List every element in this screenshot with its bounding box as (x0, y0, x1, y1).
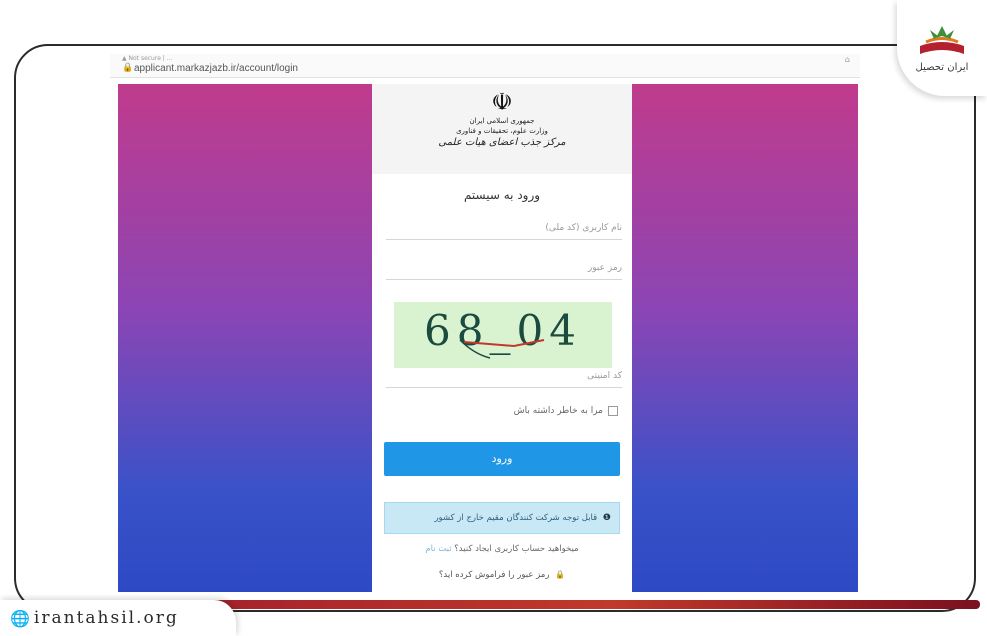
forgot-password-text[interactable]: رمز عبور را فراموش کرده اید؟ (439, 570, 550, 580)
remember-me[interactable]: مرا به خاطر داشته باش (514, 406, 618, 416)
security-breadcrumb: ▲ Not secure | ... (122, 55, 173, 62)
left-gradient-background (118, 84, 372, 592)
panel-header: ☫ جمهوری اسلامی ایران وزارت علوم، تحقیقا… (372, 84, 632, 174)
password-input[interactable]: رمز عبور (386, 258, 622, 280)
site-watermark[interactable]: 🌐 irantahsil.org (0, 600, 236, 636)
header-line-1: جمهوری اسلامی ایران (469, 117, 535, 125)
brand-logo-text: ایران تحصیل (915, 61, 969, 73)
login-title: ورود به سیستم (463, 188, 541, 202)
right-gradient-background (632, 84, 858, 592)
login-button[interactable]: ورود (384, 442, 620, 476)
remember-checkbox[interactable] (608, 406, 618, 416)
lock-icon: 🔒 (122, 63, 134, 73)
signup-prompt: میخواهید حساب کاربری ایجاد کنید؟ (454, 544, 579, 554)
login-panel: ☫ جمهوری اسلامی ایران وزارت علوم، تحقیقا… (372, 84, 632, 592)
address-bar[interactable]: ▲ Not secure | ... 🔒 applicant.markazjaz… (110, 54, 860, 78)
brand-logo[interactable]: ایران تحصیل (897, 0, 987, 96)
abroad-notice[interactable]: ❶ قابل توجه شرکت کنندگان مقیم خارج از کش… (384, 502, 620, 534)
username-input[interactable]: نام کاربری (کد ملی) (386, 218, 622, 240)
captcha-noise-icon (459, 339, 545, 359)
captcha-input[interactable]: کد امنیتی (386, 366, 622, 388)
globe-icon: 🌐 (10, 608, 30, 628)
signup-link[interactable]: ثبت نام (425, 544, 451, 554)
remember-label: مرا به خاطر داشته باش (513, 406, 603, 416)
notice-text[interactable]: قابل توجه شرکت کنندگان مقیم خارج از کشور (434, 513, 597, 523)
extension-icon[interactable]: ⌂ (845, 55, 850, 64)
captcha-image: 68_04 (394, 302, 612, 368)
site-url-text: irantahsil.org (33, 608, 179, 628)
book-logo-icon (920, 25, 964, 54)
forgot-password-link[interactable]: 🔒 رمز عبور را فراموش کرده اید؟ (372, 570, 632, 580)
lock-icon: 🔒 (555, 570, 566, 579)
info-icon: ❶ (602, 513, 611, 523)
signup-row: میخواهید حساب کاربری ایجاد کنید؟ ثبت نام (372, 544, 632, 554)
header-line-3: مرکز جذب اعضای هیات علمی (438, 137, 566, 148)
iran-emblem-icon: ☫ (491, 88, 513, 116)
url-text[interactable]: applicant.markazjazb.ir/account/login (134, 63, 298, 74)
header-line-2: وزارت علوم، تحقیقات و فناوری (456, 127, 548, 135)
